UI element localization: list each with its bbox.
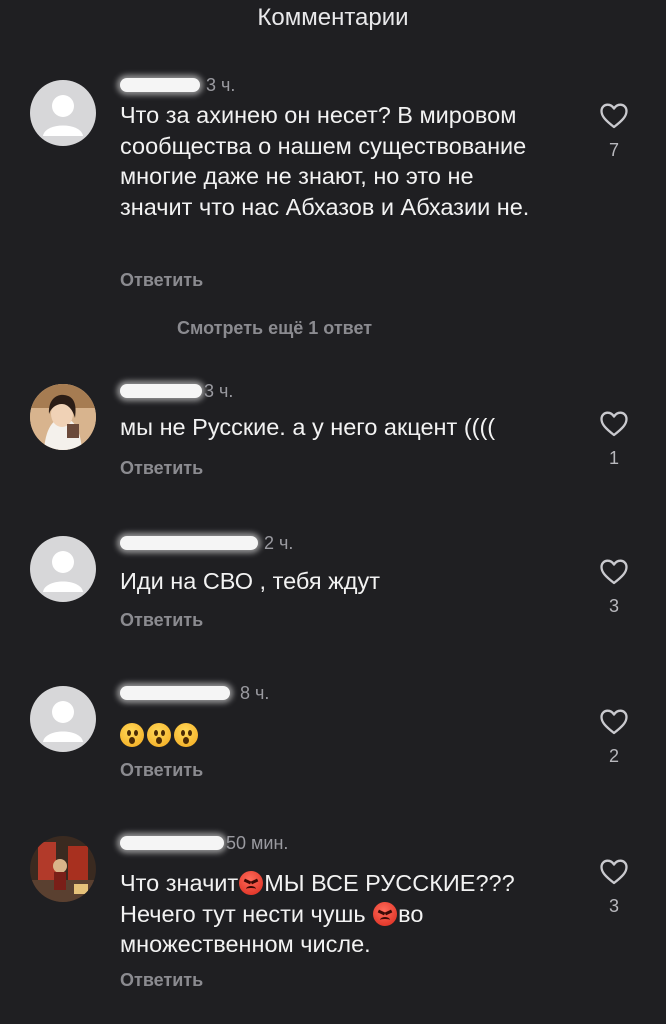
default-avatar-icon — [43, 95, 83, 136]
comment-time: 2 ч. — [264, 532, 294, 553]
like-button[interactable]: 2 — [594, 708, 634, 767]
astonished-face-icon — [120, 723, 144, 747]
comment-time: 50 мин. — [226, 832, 289, 853]
astonished-face-icon — [147, 723, 171, 747]
like-count: 3 — [608, 896, 619, 916]
username-redacted[interactable] — [120, 536, 258, 550]
view-more-replies-button[interactable]: Смотреть ещё 1 ответ — [177, 318, 372, 339]
avatar[interactable] — [30, 384, 96, 450]
comment-text — [120, 720, 540, 751]
comment-item: 3 ч. Что за ахинею он несет? В мировом с… — [0, 72, 666, 312]
comment-time: 8 ч. — [240, 682, 270, 703]
comment-time: 3 ч. — [206, 74, 236, 95]
heart-outline-icon — [600, 859, 628, 885]
angry-face-icon — [239, 871, 264, 895]
avatar[interactable] — [30, 536, 96, 602]
comment-meta: 2 ч. — [116, 530, 293, 556]
like-count: 7 — [608, 140, 619, 160]
comment-text: мы не Русские. а у него акцент (((( — [120, 414, 496, 440]
user-photo-image — [30, 384, 96, 450]
default-avatar-icon — [43, 701, 83, 742]
comment-text: Что за ахинею он несет? В мировом сообще… — [120, 102, 530, 220]
reply-button[interactable]: Ответить — [120, 610, 203, 631]
comment-text: Иди на СВО , тебя ждут — [120, 568, 381, 594]
heart-outline-icon — [600, 411, 628, 437]
reply-button[interactable]: Ответить — [120, 970, 203, 991]
comment-item: 50 мин. Что значит МЫ ВСЕ РУССКИЕ??? Нече… — [0, 830, 666, 1000]
username-redacted[interactable] — [120, 836, 224, 850]
like-button[interactable]: 3 — [594, 858, 634, 917]
comment-item: 3 ч. мы не Русские. а у него акцент ((((… — [0, 378, 666, 488]
avatar[interactable] — [30, 686, 96, 752]
comment-time: 3 ч. — [204, 380, 234, 401]
avatar[interactable] — [30, 80, 96, 146]
reply-button[interactable]: Ответить — [120, 270, 203, 291]
username-redacted[interactable] — [120, 78, 200, 92]
comment-meta: 50 мин. — [116, 830, 288, 856]
username-redacted[interactable] — [120, 686, 230, 700]
like-button[interactable]: 1 — [594, 410, 634, 469]
reply-button[interactable]: Ответить — [120, 760, 203, 781]
comment-item: 2 ч. Иди на СВО , тебя ждут Ответить 3 — [0, 530, 666, 640]
like-button[interactable]: 7 — [594, 102, 634, 161]
angry-face-icon — [373, 901, 398, 926]
username-redacted[interactable] — [120, 384, 202, 398]
like-count: 1 — [608, 448, 619, 468]
comment-text-part: Что значит — [120, 870, 239, 896]
comment-meta: 3 ч. — [116, 378, 233, 404]
like-count: 2 — [608, 746, 619, 766]
comment-item: 8 ч. Ответить 2 — [0, 680, 666, 790]
heart-outline-icon — [600, 559, 628, 585]
heart-outline-icon — [600, 709, 628, 735]
comment-meta: 8 ч. — [116, 680, 269, 706]
comment-meta: 3 ч. — [116, 72, 235, 98]
like-button[interactable]: 3 — [594, 558, 634, 617]
header-title: Комментарии — [257, 4, 409, 31]
default-avatar-icon — [43, 551, 83, 592]
heart-outline-icon — [600, 103, 628, 129]
comment-text: Что значит МЫ ВСЕ РУССКИЕ??? Нечего тут н… — [120, 868, 550, 960]
like-count: 3 — [608, 596, 619, 616]
astonished-face-icon — [174, 723, 198, 747]
user-photo-image — [30, 836, 96, 902]
reply-button[interactable]: Ответить — [120, 458, 203, 479]
avatar[interactable] — [30, 836, 96, 902]
